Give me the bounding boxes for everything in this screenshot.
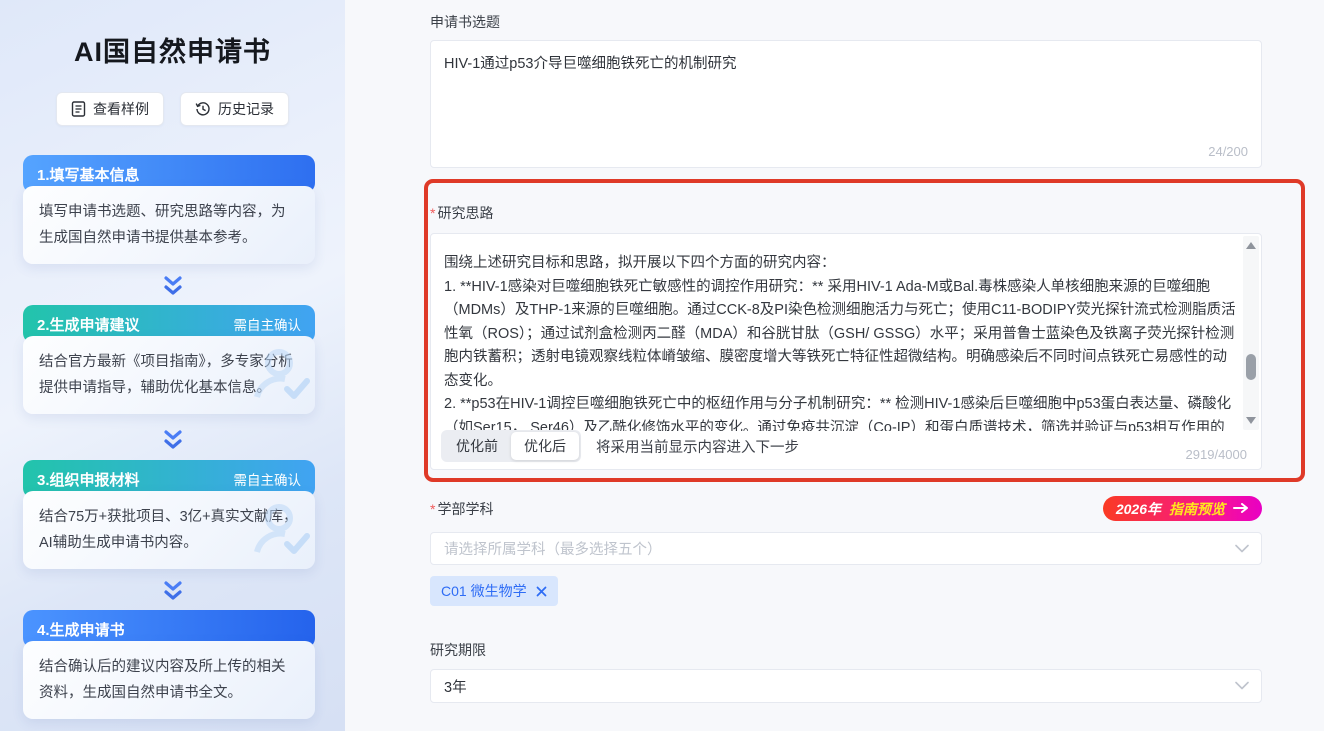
step-4-description: 结合确认后的建议内容及所上传的相关资料，生成国自然申请书全文。	[23, 641, 315, 719]
sidebar-buttons: 查看样例 历史记录	[0, 92, 345, 126]
step-3-description: 结合75万+获批项目、3亿+真实文献库，AI辅助生成申请书内容。	[39, 509, 298, 551]
step-3-title: 3.组织申报材料	[37, 471, 140, 489]
sidebar: AI国自然申请书 查看样例 历史记录 1.填写基本信息 填写申请书选题、研究思路…	[0, 0, 345, 731]
history-button[interactable]: 历史记录	[180, 92, 289, 126]
step-2-badge: 需自主确认	[233, 318, 302, 333]
history-label: 历史记录	[218, 101, 274, 117]
required-asterisk: *	[430, 205, 436, 221]
step-1-title: 1.填写基本信息	[37, 166, 140, 184]
step-2-description: 结合官方最新《项目指南》，多专家分析提供申请指导，辅助优化基本信息。	[39, 354, 293, 396]
topic-char-counter: 24/200	[1208, 144, 1248, 159]
required-asterisk: *	[430, 500, 436, 517]
duration-label: 研究期限	[430, 642, 486, 658]
topic-value: HIV-1通过p53介导巨噬细胞铁死亡的机制研究	[444, 56, 737, 72]
chevron-double-down-icon	[0, 581, 345, 603]
discipline-label: * 学部学科	[430, 499, 493, 519]
topic-textarea[interactable]: HIV-1通过p53介导巨噬细胞铁死亡的机制研究 24/200	[430, 40, 1262, 168]
duration-select[interactable]: 3年	[430, 669, 1262, 703]
chevron-down-icon	[1235, 541, 1249, 557]
approach-scrollbar[interactable]	[1243, 236, 1259, 430]
approach-textarea[interactable]: ….… 围绕上述研究目标和思路，拟开展以下四个方面的研究内容： 1. **HIV…	[432, 235, 1242, 431]
step-card-2[interactable]: 2.生成申请建议 需自主确认 结合官方最新《项目指南》，多专家分析提供申请指导，…	[23, 305, 315, 414]
step-2-title: 2.生成申请建议	[37, 316, 140, 334]
toggle-before-optimization[interactable]: 优化前	[443, 432, 511, 460]
history-clock-icon	[195, 101, 211, 117]
approach-footer: 优化前 优化后 将采用当前显示内容进入下一步 2919/4000	[441, 430, 1247, 462]
step-4-title: 4.生成申请书	[37, 621, 125, 639]
step-2-body: 结合官方最新《项目指南》，多专家分析提供申请指导，辅助优化基本信息。	[23, 336, 315, 414]
scroll-down-arrow-icon[interactable]	[1246, 417, 1256, 424]
clipped-scrolled-line: ….…	[487, 235, 557, 237]
step-card-4[interactable]: 4.生成申请书 结合确认后的建议内容及所上传的相关资料，生成国自然申请书全文。	[23, 610, 315, 719]
approach-hint: 将采用当前显示内容进入下一步	[596, 439, 799, 456]
discipline-select[interactable]: 请选择所属学科（最多选择五个）	[430, 532, 1262, 565]
optimize-toggle: 优化前 优化后	[441, 430, 581, 462]
toggle-after-optimization[interactable]: 优化后	[511, 432, 579, 460]
document-icon	[71, 101, 86, 117]
remove-tag-icon[interactable]	[536, 586, 547, 597]
discipline-tag-label: C01 微生物学	[441, 583, 527, 599]
view-sample-label: 查看样例	[93, 101, 149, 117]
step-card-3[interactable]: 3.组织申报材料 需自主确认 结合75万+获批项目、3亿+真实文献库，AI辅助生…	[23, 460, 315, 569]
scrollbar-thumb[interactable]	[1246, 354, 1256, 380]
chevron-double-down-icon	[0, 276, 345, 298]
discipline-label-row: * 学部学科 2026年 指南预览	[430, 496, 1262, 521]
approach-text: 围绕上述研究目标和思路，拟开展以下四个方面的研究内容： 1. **HIV-1感染…	[444, 255, 1236, 431]
arrow-right-icon	[1233, 500, 1249, 518]
page-title: AI国自然申请书	[74, 37, 271, 67]
app-root: AI国自然申请书 查看样例 历史记录 1.填写基本信息 填写申请书选题、研究思路…	[0, 0, 1324, 731]
discipline-tag[interactable]: C01 微生物学	[430, 576, 558, 606]
scroll-up-arrow-icon[interactable]	[1246, 242, 1256, 249]
step-card-1[interactable]: 1.填写基本信息 填写申请书选题、研究思路等内容，为生成国自然申请书提供基本参考…	[23, 155, 315, 264]
topic-label: 申请书选题	[430, 14, 500, 30]
approach-label: * 研究思路	[430, 203, 493, 223]
guide-preview-badge[interactable]: 2026年 指南预览	[1102, 496, 1262, 521]
step-3-body: 结合75万+获批项目、3亿+真实文献库，AI辅助生成申请书内容。	[23, 491, 315, 569]
guide-year: 2026年	[1115, 500, 1161, 517]
approach-field: ….… 围绕上述研究目标和思路，拟开展以下四个方面的研究内容： 1. **HIV…	[430, 233, 1262, 470]
discipline-label-text: 学部学科	[437, 500, 494, 517]
discipline-placeholder: 请选择所属学科（最多选择五个）	[444, 542, 662, 558]
approach-label-text: 研究思路	[437, 205, 494, 221]
approach-char-counter: 2919/4000	[1185, 447, 1247, 462]
chevron-down-icon	[1235, 678, 1249, 694]
chevron-double-down-icon	[0, 430, 345, 452]
step-3-badge: 需自主确认	[233, 473, 302, 488]
duration-value: 3年	[444, 679, 467, 696]
step-1-description: 填写申请书选题、研究思路等内容，为生成国自然申请书提供基本参考。	[23, 186, 315, 264]
guide-text: 指南预览	[1169, 500, 1225, 517]
view-sample-button[interactable]: 查看样例	[56, 92, 164, 126]
